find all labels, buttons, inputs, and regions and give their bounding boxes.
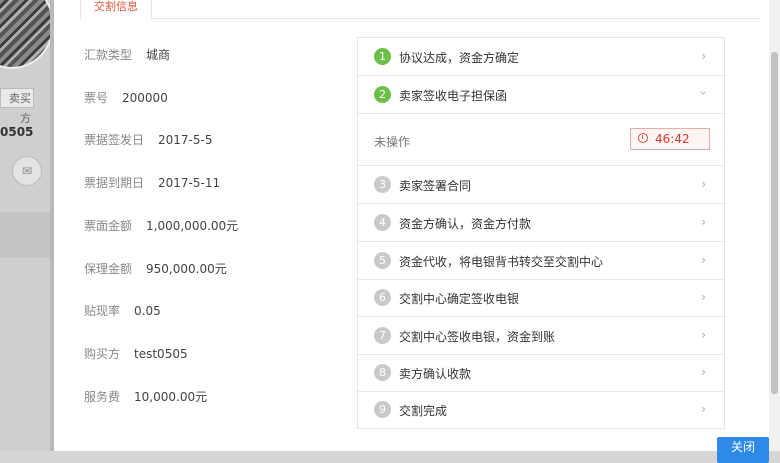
info-row-remit-type: 汇款类型 城商 bbox=[84, 46, 170, 66]
info-value: test0505 bbox=[134, 347, 188, 361]
info-value: 0.05 bbox=[134, 304, 161, 318]
scrollbar-thumb[interactable] bbox=[771, 52, 778, 394]
close-button[interactable]: 关闭 bbox=[717, 437, 769, 463]
settlement-steps: 1 协议达成，资金方确定 › 2 卖家签收电子担保函 › 未操作 46:42 3… bbox=[357, 37, 725, 429]
step-label: 资金代收，将电银背书转交至交割中心 bbox=[399, 255, 604, 269]
chevron-right-icon: › bbox=[701, 402, 706, 416]
chevron-right-icon: › bbox=[701, 253, 706, 267]
info-label: 服务费 bbox=[84, 390, 121, 404]
step-status: 未操作 bbox=[374, 135, 411, 149]
info-row-bill-no: 票号 200000 bbox=[84, 89, 168, 109]
info-value: 2017-5-5 bbox=[158, 133, 213, 147]
info-row-factoring-amount: 保理金额 950,000.00元 bbox=[84, 260, 227, 280]
step-number: 9 bbox=[374, 401, 391, 418]
step-label: 卖家签收电子担保函 bbox=[399, 89, 508, 103]
chevron-right-icon: › bbox=[701, 328, 706, 342]
info-row-face-amount: 票面金额 1,000,000.00元 bbox=[84, 217, 238, 237]
countdown-timer: 46:42 bbox=[630, 128, 710, 150]
step-number: 6 bbox=[374, 289, 391, 306]
chevron-right-icon: › bbox=[701, 290, 706, 304]
step-number: 3 bbox=[374, 176, 391, 193]
info-row-due-date: 票据到期日 2017-5-11 bbox=[84, 174, 220, 194]
info-row-buyer: 购买方 test0505 bbox=[84, 345, 188, 365]
step-item[interactable]: 8 卖方确认收款 › bbox=[358, 354, 724, 392]
info-row-issue-date: 票据签发日 2017-5-5 bbox=[84, 131, 212, 151]
info-row-service-fee: 服务费 10,000.00元 bbox=[84, 388, 207, 408]
info-value: 2017-5-11 bbox=[158, 176, 221, 190]
info-label: 保理金额 bbox=[84, 262, 133, 276]
info-row-discount-rate: 贴现率 0.05 bbox=[84, 302, 161, 322]
chevron-right-icon: › bbox=[701, 177, 706, 191]
step-item[interactable]: 4 资金方确认，资金方付款 › bbox=[358, 204, 724, 242]
step-label: 交割中心确定签收电银 bbox=[399, 292, 520, 306]
step-label: 卖家签署合同 bbox=[399, 179, 472, 193]
info-value: 10,000.00元 bbox=[134, 390, 208, 404]
step-label: 交割中心签收电银，资金到账 bbox=[399, 330, 556, 344]
info-label: 票据签发日 bbox=[84, 133, 145, 147]
chevron-right-icon: › bbox=[701, 365, 706, 379]
step-item[interactable]: 7 交割中心签收电银，资金到账 › bbox=[358, 317, 724, 355]
info-label: 贴现率 bbox=[84, 304, 121, 318]
step-item[interactable]: 9 交割完成 › bbox=[358, 391, 724, 429]
step-item[interactable]: 3 卖家签署合同 › bbox=[358, 166, 724, 204]
settlement-modal: 交割信息 汇款类型 城商 票号 200000 票据签发日 2017-5-5 票据到期日… bbox=[54, 0, 780, 463]
step-detail-panel: 未操作 46:42 bbox=[358, 114, 724, 166]
role-tag: 卖买方 bbox=[0, 88, 34, 125]
mail-icon: ✉ bbox=[12, 156, 42, 186]
step-label: 协议达成，资金方确定 bbox=[399, 51, 520, 65]
step-number: 4 bbox=[374, 214, 391, 231]
chevron-right-icon: › bbox=[701, 49, 706, 63]
step-number: 7 bbox=[374, 327, 391, 344]
tab-bar: 交割信息 bbox=[80, 0, 760, 19]
step-number: 1 bbox=[374, 48, 391, 65]
chevron-right-icon: › bbox=[701, 215, 706, 229]
info-label: 购买方 bbox=[84, 347, 121, 361]
info-label: 票面金额 bbox=[84, 219, 133, 233]
step-item[interactable]: 1 协议达成，资金方确定 › bbox=[358, 38, 724, 76]
background-page: 卖买方 0505 ✉ bbox=[0, 0, 60, 451]
tab-settlement-info[interactable]: 交割信息 bbox=[80, 0, 152, 19]
countdown-value: 46:42 bbox=[655, 132, 690, 146]
step-label: 交割完成 bbox=[399, 404, 448, 418]
chevron-down-icon: › bbox=[696, 90, 711, 96]
step-item-expanded[interactable]: 2 卖家签收电子担保函 › bbox=[358, 76, 724, 114]
info-value: 950,000.00元 bbox=[146, 262, 227, 276]
info-label: 汇款类型 bbox=[84, 48, 133, 62]
step-number: 2 bbox=[374, 86, 391, 103]
info-value: 200000 bbox=[122, 91, 168, 105]
background-panel bbox=[0, 212, 52, 258]
scrollbar[interactable] bbox=[769, 0, 780, 451]
step-number: 5 bbox=[374, 252, 391, 269]
info-label: 票号 bbox=[84, 91, 109, 105]
avatar bbox=[0, 0, 54, 69]
step-label: 资金方确认，资金方付款 bbox=[399, 217, 532, 231]
info-value: 城商 bbox=[146, 48, 171, 62]
info-value: 1,000,000.00元 bbox=[146, 219, 239, 233]
clock-icon bbox=[638, 133, 648, 143]
step-item[interactable]: 5 资金代收，将电银背书转交至交割中心 › bbox=[358, 242, 724, 280]
info-label: 票据到期日 bbox=[84, 176, 145, 190]
step-label: 卖方确认收款 bbox=[399, 367, 472, 381]
step-item[interactable]: 6 交割中心确定签收电银 › bbox=[358, 279, 724, 317]
step-number: 8 bbox=[374, 364, 391, 381]
username-fragment: 0505 bbox=[0, 125, 34, 139]
